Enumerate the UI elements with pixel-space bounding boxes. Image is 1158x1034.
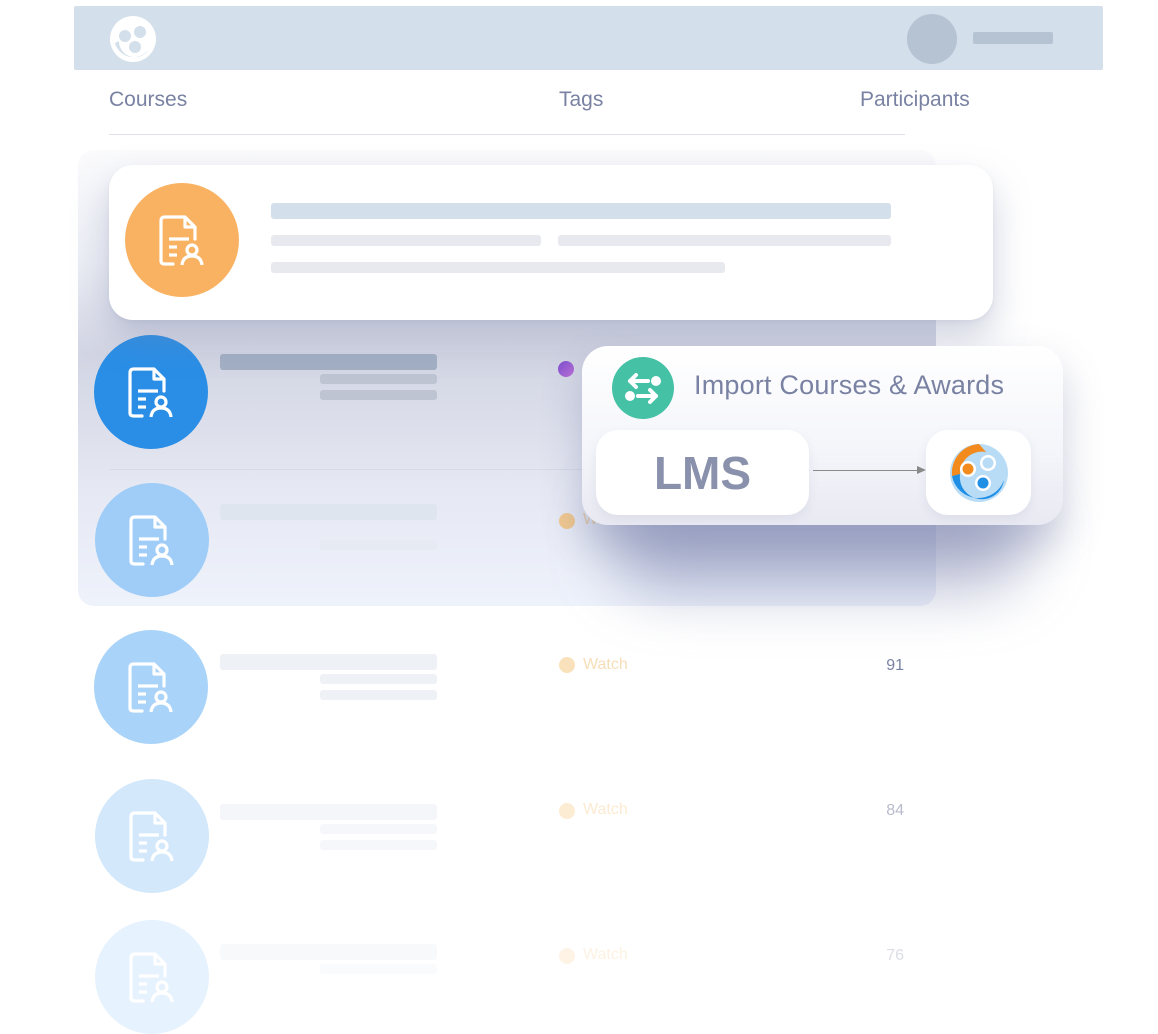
course-title-placeholder — [220, 504, 437, 520]
tag-label: Watch — [583, 946, 628, 963]
course-title-placeholder — [220, 654, 437, 670]
lms-source-tile[interactable]: LMS — [596, 430, 809, 515]
participant-count: 84 — [886, 802, 904, 819]
import-dialog-title: Import Courses & Awards — [694, 370, 1005, 400]
course-title-placeholder — [220, 804, 437, 820]
featured-meta-placeholder — [271, 262, 725, 273]
course-document-icon — [129, 515, 174, 566]
course-document-icon — [159, 215, 204, 266]
course-document-icon — [128, 662, 173, 713]
swap-arrows-icon[interactable] — [612, 357, 674, 419]
course-icon[interactable] — [95, 483, 209, 597]
course-icon[interactable] — [94, 335, 208, 449]
featured-title-placeholder — [271, 203, 891, 219]
destination-app-tile[interactable] — [926, 430, 1031, 515]
course-meta-placeholder — [320, 690, 437, 700]
course-meta-placeholder — [320, 964, 437, 974]
arrow-head-icon — [917, 466, 926, 474]
app-logo-icon — [949, 443, 1008, 502]
participant-count: 91 — [886, 657, 904, 674]
app-logo-icon[interactable] — [109, 15, 157, 63]
featured-course-icon — [125, 183, 239, 297]
arrow-icon — [813, 470, 919, 471]
course-document-icon — [129, 952, 174, 1003]
course-meta-placeholder — [320, 540, 437, 550]
course-meta-placeholder — [320, 840, 437, 850]
featured-meta-placeholder — [558, 235, 891, 246]
course-document-icon — [128, 367, 173, 418]
course-icon[interactable] — [95, 920, 209, 1034]
course-icon[interactable] — [95, 779, 209, 893]
participant-count: 76 — [886, 947, 904, 964]
course-title-placeholder — [220, 354, 437, 370]
course-meta-placeholder — [320, 390, 437, 400]
course-meta-placeholder — [320, 824, 437, 834]
column-header-courses[interactable]: Courses — [109, 88, 187, 112]
column-header-participants[interactable]: Participants — [860, 88, 970, 112]
course-meta-placeholder — [320, 374, 437, 384]
column-header-tags[interactable]: Tags — [559, 88, 603, 112]
tag-dot — [559, 803, 575, 819]
lms-label: LMS — [653, 446, 752, 499]
user-avatar[interactable] — [907, 14, 957, 64]
course-document-icon — [129, 811, 174, 862]
course-meta-placeholder — [320, 674, 437, 684]
course-title-placeholder — [220, 944, 437, 960]
tag-dot — [559, 513, 575, 529]
tag-dot — [558, 361, 574, 377]
tag-label: Watch — [583, 801, 628, 818]
user-name-placeholder — [973, 32, 1053, 44]
tag-dot — [559, 948, 575, 964]
featured-meta-placeholder — [271, 235, 541, 246]
tag-label: Watch — [583, 656, 628, 673]
tag-dot — [559, 657, 575, 673]
header-divider — [109, 134, 905, 135]
course-icon[interactable] — [94, 630, 208, 744]
